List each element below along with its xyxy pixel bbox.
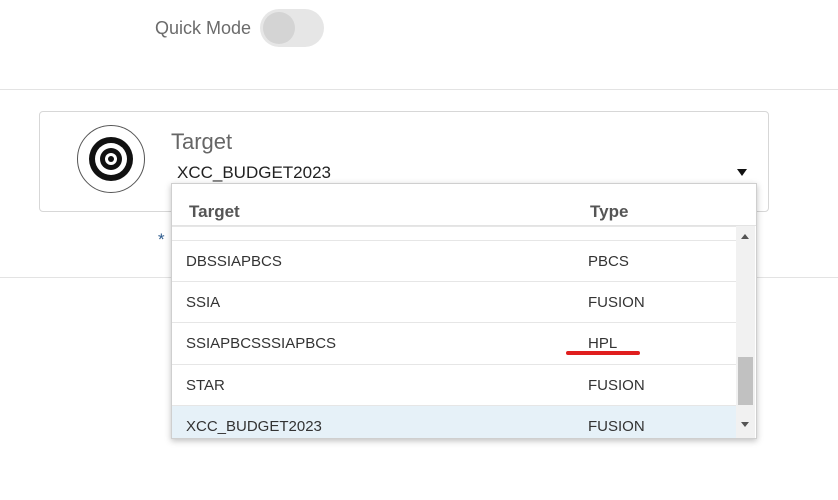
toggle-knob bbox=[263, 12, 296, 44]
list-item-selected[interactable]: XCC_BUDGET2023 FUSION bbox=[172, 405, 736, 438]
row-type: HPL bbox=[588, 335, 618, 352]
row-type: PBCS bbox=[588, 253, 629, 270]
quick-mode-toggle[interactable] bbox=[260, 9, 325, 47]
row-type: FUSION bbox=[588, 294, 645, 311]
quick-mode-label: Quick Mode bbox=[155, 17, 252, 38]
row-target: XCC_BUDGET2023 bbox=[186, 418, 322, 435]
list-item[interactable]: DBSSIAPBCS PBCS bbox=[172, 240, 736, 282]
scroll-thumb[interactable] bbox=[738, 357, 753, 405]
column-header-target: Target bbox=[189, 202, 240, 221]
caret-down-icon[interactable] bbox=[737, 169, 747, 176]
list-item[interactable]: SSIA FUSION bbox=[172, 281, 736, 323]
list-item[interactable]: STAR FUSION bbox=[172, 364, 736, 406]
row-target: DBSSIAPBCS bbox=[186, 253, 282, 270]
bullseye-icon bbox=[77, 125, 145, 193]
target-dropdown: Target Type DBSSIAPBCS PBCS SSIA FUSION … bbox=[171, 183, 757, 439]
list-item[interactable]: SSIAPBCSSSIAPBCS HPL bbox=[172, 322, 736, 364]
dropdown-list: DBSSIAPBCS PBCS SSIA FUSION SSIAPBCSSSIA… bbox=[172, 226, 736, 438]
scroll-down-arrow[interactable] bbox=[741, 422, 749, 427]
row-type: FUSION bbox=[588, 418, 645, 435]
row-type: FUSION bbox=[588, 377, 645, 394]
section-divider bbox=[0, 89, 838, 90]
dropdown-header: Target Type bbox=[172, 184, 756, 226]
highlight-underline bbox=[566, 351, 640, 355]
row-target: SSIAPBCSSSIAPBCS bbox=[186, 335, 337, 352]
list-item-partial[interactable] bbox=[172, 226, 736, 241]
column-header-type: Type bbox=[590, 202, 629, 221]
scroll-up-arrow[interactable] bbox=[741, 234, 749, 239]
dropdown-scrollbar[interactable] bbox=[736, 226, 755, 438]
target-title: Target bbox=[171, 129, 233, 154]
row-target: STAR bbox=[186, 377, 225, 394]
target-select-value: XCC_BUDGET2023 bbox=[177, 163, 332, 182]
row-target: SSIA bbox=[186, 294, 221, 311]
quick-mode-control: Quick Mode bbox=[155, 8, 325, 48]
required-marker: * bbox=[158, 230, 165, 249]
